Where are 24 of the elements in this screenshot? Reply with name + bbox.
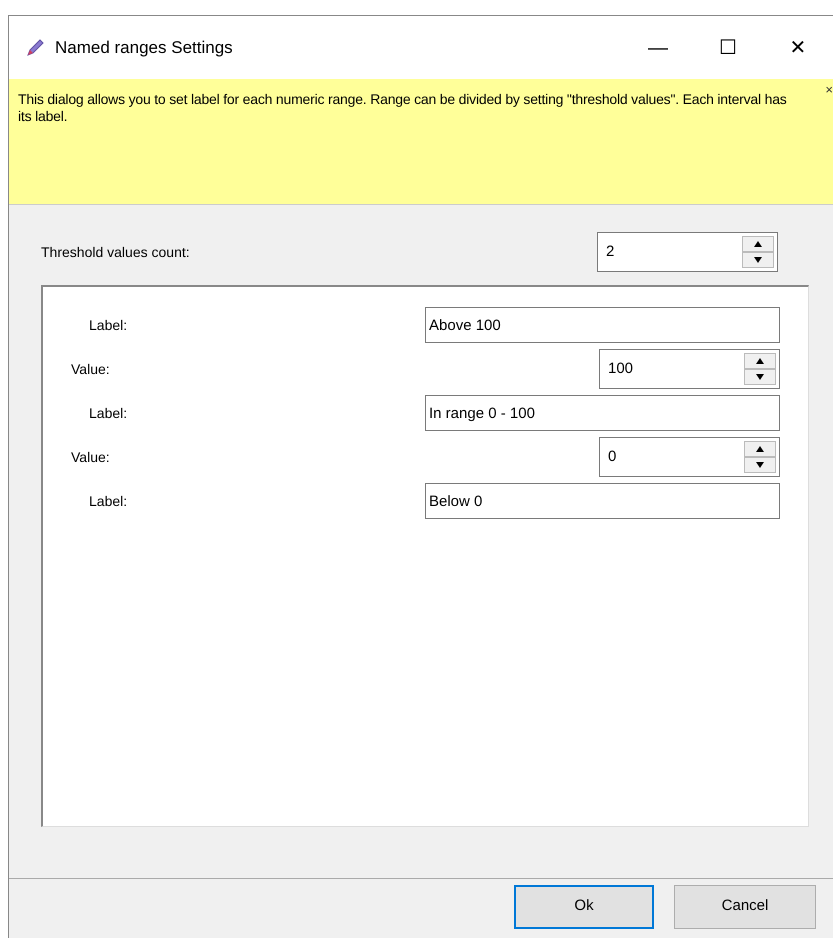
input-field[interactable]: Below 0 — [425, 483, 780, 519]
number-spinner[interactable]: 0 — [599, 437, 780, 477]
spin-arrows-icon[interactable] — [744, 441, 776, 473]
info-text: This dialog allows you to set label for each numeric range. Range can be divided by setting "threshold values". Each interval has its label. — [18, 91, 788, 125]
maximize-button[interactable]: ☐ — [693, 16, 763, 79]
close-button[interactable]: × — [825, 83, 833, 97]
field-label: Label: — [89, 316, 128, 334]
number-spinner[interactable]: 2 — [597, 232, 778, 272]
field-label: Value: — [71, 448, 110, 466]
dialog-button[interactable]: Ok — [514, 884, 654, 928]
pencil-icon — [25, 38, 45, 58]
number-spinner[interactable]: 100 — [599, 349, 780, 389]
input-field[interactable]: Above 100 — [425, 307, 780, 343]
field-label: Label: — [89, 404, 128, 422]
dialog-button[interactable]: Cancel — [674, 884, 816, 928]
field-label: Label: — [89, 492, 128, 510]
spin-arrows-icon[interactable] — [744, 353, 776, 385]
field-label: Threshold values count: — [41, 242, 190, 262]
close-button[interactable]: ✕ — [763, 16, 833, 79]
minimize-button[interactable]: — — [623, 16, 693, 79]
input-field[interactable]: In range 0 - 100 — [425, 395, 780, 431]
spin-arrows-icon[interactable] — [742, 236, 774, 268]
window-title: Named ranges Settings — [55, 36, 233, 59]
field-label: Value: — [71, 360, 110, 378]
